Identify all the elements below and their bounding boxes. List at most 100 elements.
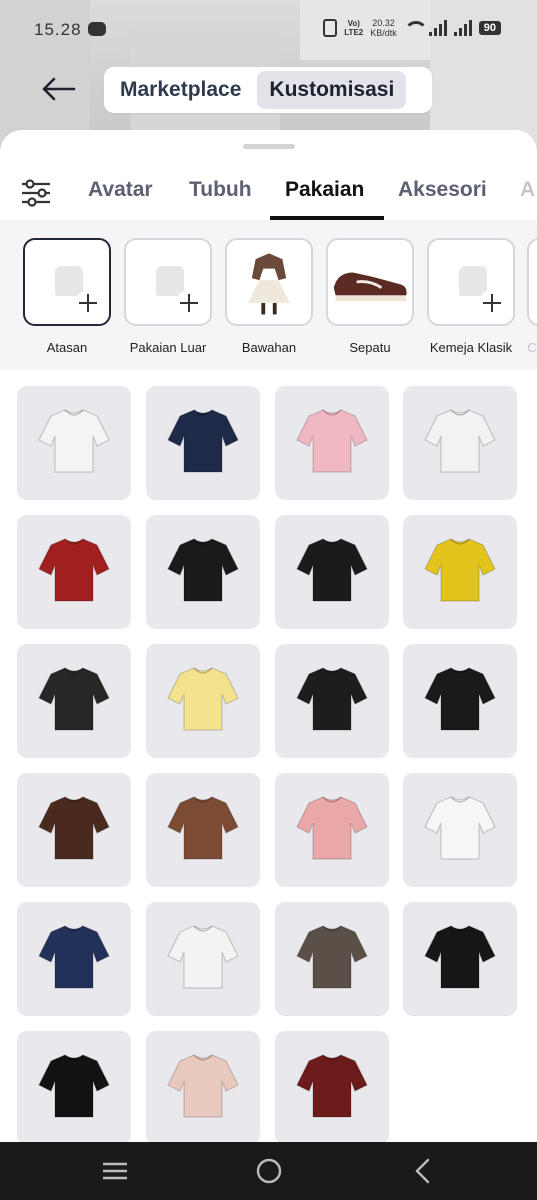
subcategory-atasan[interactable]: Atasan — [23, 238, 111, 355]
subcategory-label: Atasan — [46, 340, 88, 355]
plus-icon — [479, 290, 505, 316]
garment-thumbnail — [167, 667, 239, 731]
clothing-item-pink-bow-blouse[interactable] — [275, 773, 389, 887]
garment-thumbnail — [38, 409, 110, 473]
signal-icon — [428, 20, 447, 36]
subcategory-kemeja-klasik[interactable]: Kemeja Klasik — [427, 238, 515, 355]
garment-thumbnail — [296, 925, 368, 989]
clothing-item-white-wrap-top[interactable] — [403, 773, 517, 887]
tab-aksesori[interactable]: Aksesori — [398, 178, 487, 202]
system-nav-bar — [0, 1142, 537, 1200]
clothing-item-navy-jersey-89[interactable] — [146, 386, 260, 500]
clothing-item-brasil-tank-top[interactable] — [403, 515, 517, 629]
classic-shirt-add-icon — [459, 266, 487, 296]
clothing-item-white-sweatshirt[interactable] — [146, 902, 260, 1016]
subcategory-thumbnail — [326, 238, 414, 326]
discord-icon — [88, 22, 106, 36]
customize-sheet: Avatar Tubuh Pakaian Aksesori A Atasan P… — [0, 130, 537, 1142]
tab-next-partial[interactable]: A — [520, 178, 535, 202]
clothing-item-full-outfit-burgundy[interactable] — [275, 1031, 389, 1142]
home-icon[interactable] — [254, 1156, 284, 1186]
category-tabs: Avatar Tubuh Pakaian Aksesori A — [0, 170, 537, 220]
marketplace-customize-toggle: Marketplace Kustomisasi — [104, 67, 432, 113]
back-icon[interactable] — [408, 1156, 438, 1186]
subcategory-pakaian-luar[interactable]: Pakaian Luar — [124, 238, 212, 355]
clothing-item-black-pink-lace-top[interactable] — [275, 644, 389, 758]
drag-handle[interactable] — [243, 144, 295, 149]
vibrate-icon — [323, 19, 338, 37]
clothing-item-black-mini-set[interactable] — [403, 644, 517, 758]
speed-unit: KB/dtk — [370, 28, 397, 38]
garment-thumbnail — [424, 925, 496, 989]
tab-pakaian[interactable]: Pakaian — [285, 178, 364, 202]
clothing-item-black-leather-jacket[interactable] — [403, 902, 517, 1016]
subcategory-thumbnail — [225, 238, 313, 326]
subcategory-strip: Atasan Pakaian Luar Bawahan Sepatu Kemej… — [0, 220, 537, 370]
subcategory-thumbnail — [23, 238, 111, 326]
subcategory-label: C — [527, 340, 537, 355]
garment-thumbnail — [424, 796, 496, 860]
subcategory-label: Kemeja Klasik — [429, 340, 513, 355]
clothing-item-brown-crop-tank[interactable] — [17, 773, 131, 887]
garment-thumbnail — [296, 1054, 368, 1118]
shirt-add-icon — [55, 266, 83, 296]
clothing-item-white-long-sleeve-shirt[interactable] — [17, 386, 131, 500]
network-speed: 20.32 KB/dtk — [370, 18, 397, 38]
clothing-item-black-cami-top[interactable] — [275, 515, 389, 629]
subcategory-bawahan[interactable]: Bawahan — [225, 238, 313, 355]
battery-indicator: 90 — [478, 21, 501, 35]
plus-icon — [176, 290, 202, 316]
volte-line1: Vo) — [347, 19, 360, 28]
garment-thumbnail — [167, 796, 239, 860]
clothing-item-bow-puff-jacket[interactable] — [146, 1031, 260, 1142]
customize-tab[interactable]: Kustomisasi — [257, 71, 407, 109]
clothing-item-black-graphic-tee[interactable] — [17, 644, 131, 758]
subcategory-sepatu[interactable]: Sepatu — [326, 238, 414, 355]
clothing-item-brown-cardigan[interactable] — [146, 773, 260, 887]
garment-thumbnail — [296, 796, 368, 860]
subcategory-partial[interactable]: C — [527, 238, 537, 355]
garment-thumbnail — [424, 538, 496, 602]
status-icons: Vo) LTE2 20.32 KB/dtk 90 — [323, 18, 501, 38]
status-bar: 15.28 Vo) LTE2 20.32 KB/dtk 90 — [0, 0, 537, 60]
garment-thumbnail — [296, 667, 368, 731]
subcategory-thumbnail — [427, 238, 515, 326]
garment-thumbnail — [424, 667, 496, 731]
status-time: 15.28 — [34, 20, 82, 39]
speed-value: 20.32 — [372, 18, 395, 28]
volte-indicator: Vo) LTE2 — [344, 19, 363, 37]
garment-thumbnail — [38, 925, 110, 989]
signal-icon-2 — [453, 20, 472, 36]
jacket-add-icon — [156, 266, 184, 296]
clothing-item-navy-tank-top[interactable] — [17, 902, 131, 1016]
clothing-item-red-crop-top[interactable] — [17, 515, 131, 629]
subcategory-label: Bawahan — [241, 340, 297, 355]
clothing-item-yellow-crop-tee[interactable] — [146, 644, 260, 758]
garment-thumbnail — [167, 1054, 239, 1118]
plus-icon — [75, 290, 101, 316]
garment-thumbnail — [424, 409, 496, 473]
garment-thumbnail — [38, 1054, 110, 1118]
garment-thumbnail — [167, 925, 239, 989]
clothing-item-white-polo-with-badge[interactable] — [403, 386, 517, 500]
garment-thumbnail — [38, 796, 110, 860]
garment-thumbnail — [167, 409, 239, 473]
clothing-item-black-chain-tee[interactable] — [17, 1031, 131, 1142]
garment-thumbnail — [38, 538, 110, 602]
clothing-item-pink-star-sweater[interactable] — [275, 386, 389, 500]
clothing-item-gray-99-jersey[interactable] — [275, 902, 389, 1016]
volte-line2: LTE2 — [344, 28, 364, 37]
filter-sliders-icon[interactable] — [20, 178, 52, 208]
tab-avatar[interactable]: Avatar — [88, 178, 153, 202]
garment-thumbnail — [167, 538, 239, 602]
garment-thumbnail — [38, 667, 110, 731]
recent-apps-icon[interactable] — [100, 1156, 130, 1186]
subcategory-label: Sepatu — [349, 340, 391, 355]
back-arrow-icon[interactable] — [40, 74, 76, 104]
garment-thumbnail — [296, 409, 368, 473]
subcategory-thumbnail — [124, 238, 212, 326]
marketplace-tab[interactable]: Marketplace — [108, 71, 253, 109]
garment-thumbnail — [296, 538, 368, 602]
clothing-item-black-accessory-set[interactable] — [146, 515, 260, 629]
tab-tubuh[interactable]: Tubuh — [189, 178, 252, 202]
